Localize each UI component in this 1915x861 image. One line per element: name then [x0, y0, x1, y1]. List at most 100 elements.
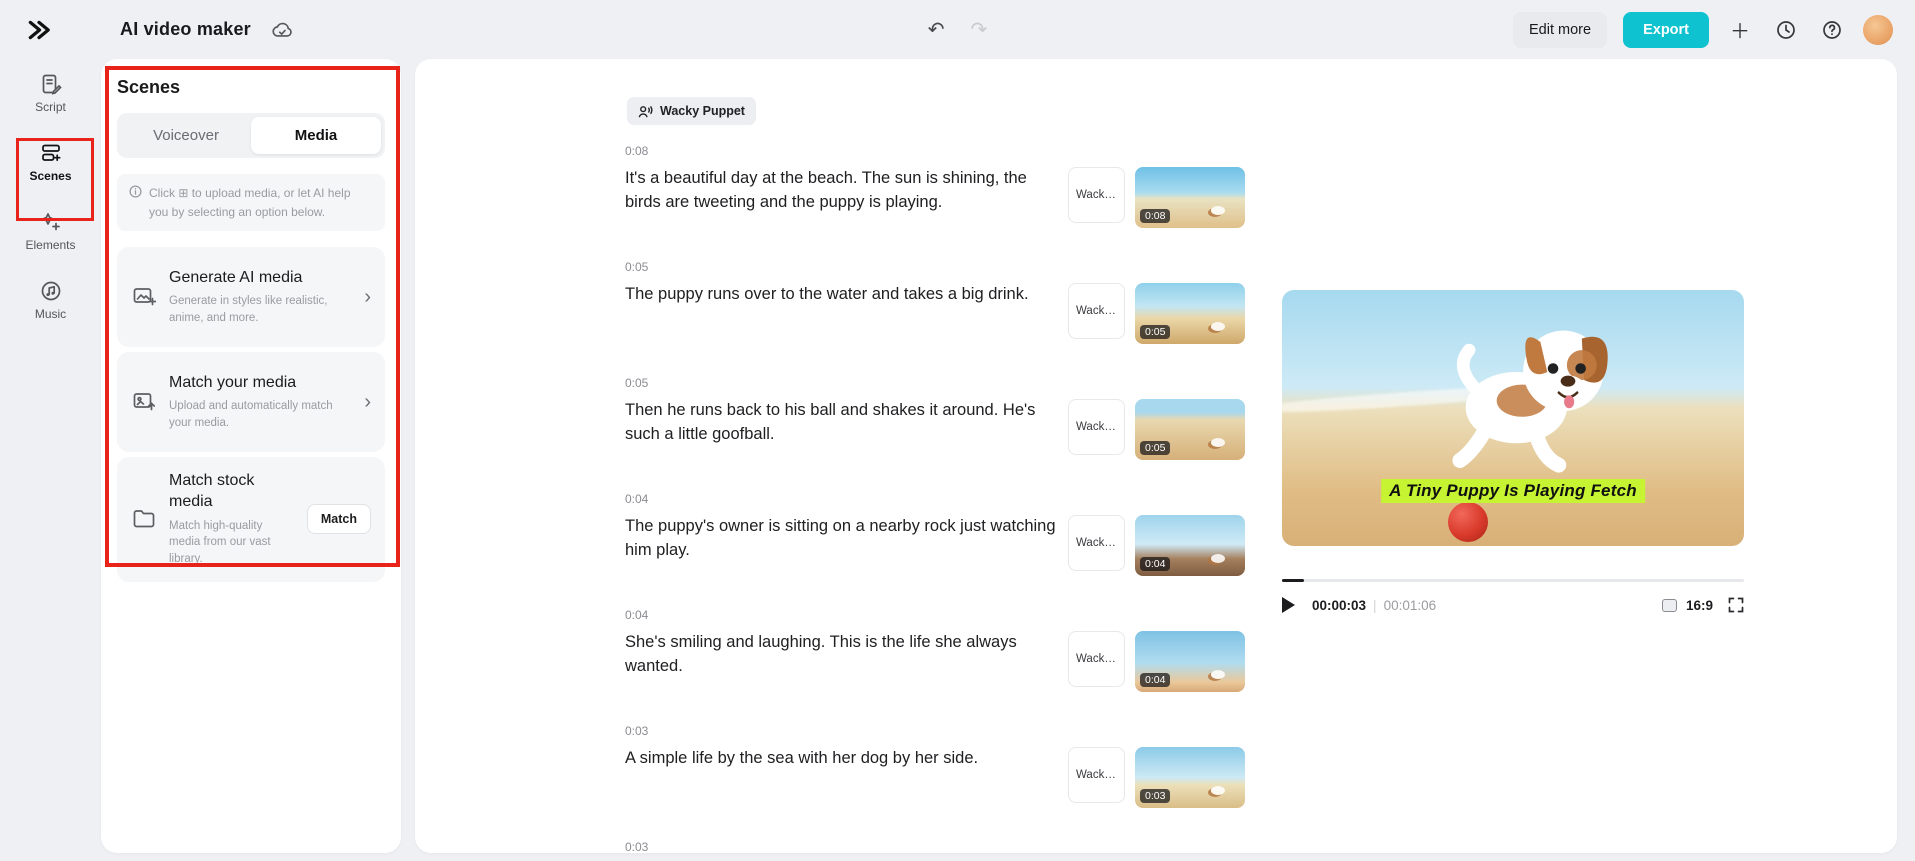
generate-media-icon [131, 286, 157, 308]
preview-caption: A Tiny Puppy Is Playing Fetch [1381, 479, 1645, 504]
thumb-duration-badge: 0:04 [1140, 673, 1171, 687]
scene-duration: 0:03 [625, 724, 649, 738]
match-your-media-card[interactable]: Match your media Upload and automaticall… [117, 352, 385, 453]
scene-thumbnail[interactable]: 0:05 [1135, 399, 1245, 460]
scenes-icon [40, 142, 62, 164]
card-text: Generate AI media Generate in styles lik… [169, 268, 352, 327]
card-subtitle: Match high-quality media from our vast l… [169, 519, 271, 566]
scene-thumbnail[interactable]: 0:04 [1135, 515, 1245, 576]
capcut-logo-icon[interactable] [22, 13, 56, 47]
voice-chip-label: Wacky Puppet [1076, 189, 1117, 201]
scene-row[interactable]: 0:04 She's smiling and laughing. This is… [625, 608, 1245, 724]
scene-media: Wacky Puppet 0:03 [1068, 747, 1245, 808]
elements-icon [40, 211, 62, 233]
voice-chip[interactable]: Wacky Puppet [1068, 515, 1125, 571]
app-window: AI video maker ↶ ↷ Edit more Export ＋ Sc… [0, 0, 1915, 861]
scene-text[interactable]: The puppy runs over to the water and tak… [625, 283, 1057, 307]
voice-chip-label: Wacky Puppet [1076, 305, 1117, 317]
redo-icon[interactable]: ↷ [971, 17, 988, 42]
scene-media: Wacky Puppet 0:04 [1068, 515, 1245, 576]
puppy-illustration [1452, 330, 1608, 473]
music-icon [40, 280, 62, 302]
play-button[interactable] [1282, 597, 1295, 613]
voice-icon [638, 105, 653, 118]
match-stock-media-card[interactable]: Match stock media Match high-quality med… [117, 457, 385, 582]
history-clock-icon[interactable] [1771, 15, 1801, 45]
chevron-right-icon: › [364, 285, 371, 308]
scene-thumbnail[interactable]: 0:04 [1135, 631, 1245, 692]
scene-text[interactable]: Then he runs back to his ball and shakes… [625, 399, 1057, 446]
scene-thumbnail[interactable]: 0:08 [1135, 167, 1245, 228]
add-icon[interactable]: ＋ [1725, 15, 1755, 45]
aspect-ratio-label[interactable]: 16:9 [1686, 598, 1713, 613]
canvas-ratio-icon[interactable] [1661, 598, 1677, 612]
sidebar-item-script[interactable]: Script [13, 73, 89, 114]
thumb-duration-badge: 0:08 [1140, 209, 1171, 223]
card-title: Match your media [169, 373, 297, 391]
scene-text[interactable]: She's smiling and laughing. This is the … [625, 631, 1057, 678]
user-avatar[interactable] [1863, 14, 1893, 45]
scene-row[interactable]: 0:05 The puppy runs over to the water an… [625, 260, 1245, 376]
voice-badge[interactable]: Wacky Puppet [627, 97, 756, 125]
voice-chip-label: Wacky Puppet [1076, 421, 1117, 433]
voice-chip[interactable]: Wacky Puppet [1068, 283, 1125, 339]
match-button[interactable]: Match [306, 504, 371, 535]
voice-chip-label: Wacky Puppet [1076, 537, 1117, 549]
card-text: Match your media Upload and automaticall… [169, 373, 352, 432]
voice-chip[interactable]: Wacky Puppet [1068, 747, 1125, 803]
sidebar-item-music[interactable]: Music [13, 280, 89, 321]
current-time: 00:00:03 [1312, 597, 1367, 613]
scene-text[interactable]: The puppy's owner is sitting on a nearby… [625, 515, 1057, 562]
export-button[interactable]: Export [1623, 11, 1709, 48]
scene-text[interactable]: A simple life by the sea with her dog by… [625, 747, 1057, 771]
tab-media[interactable]: Media [251, 117, 381, 154]
scene-row[interactable]: 0:04 The puppy's owner is sitting on a n… [625, 492, 1245, 608]
sidebar-item-elements[interactable]: Elements [13, 211, 89, 252]
scene-duration: 0:04 [625, 608, 649, 622]
sidebar-item-label: Scenes [29, 169, 72, 183]
scene-row[interactable]: 0:03 [625, 840, 1245, 853]
voice-chip-label: Wacky Puppet [1076, 769, 1117, 781]
scene-thumbnail[interactable]: 0:03 [1135, 747, 1245, 808]
card-subtitle: Upload and automatically match your medi… [169, 400, 333, 430]
tab-voiceover[interactable]: Voiceover [121, 117, 251, 154]
page-title: AI video maker [120, 19, 251, 39]
scene-media: Wacky Puppet 0:05 [1068, 283, 1245, 344]
scene-row[interactable]: 0:05 Then he runs back to his ball and s… [625, 376, 1245, 492]
voice-chip[interactable]: Wacky Puppet [1068, 167, 1125, 223]
scene-duration: 0:04 [625, 492, 649, 506]
voice-chip[interactable]: Wacky Puppet [1068, 631, 1125, 687]
sidebar-item-scenes[interactable]: Scenes [13, 142, 89, 183]
scene-media: Wacky Puppet 0:05 [1068, 399, 1245, 460]
playback-progress-bar[interactable] [1282, 579, 1744, 582]
total-time: 00:01:06 [1383, 597, 1437, 613]
left-nav: Script Scenes Elements Music [0, 59, 101, 861]
voice-chip[interactable]: Wacky Puppet [1068, 399, 1125, 455]
video-preview[interactable]: A Tiny Puppy Is Playing Fetch [1282, 290, 1744, 546]
card-subtitle: Generate in styles like realistic, anime… [169, 295, 328, 325]
player-controls: 00:00:03 | 00:01:06 16:9 [1282, 597, 1744, 613]
generate-ai-media-card[interactable]: Generate AI media Generate in styles lik… [117, 247, 385, 348]
scene-duration: 0:05 [625, 376, 649, 390]
scene-media: Wacky Puppet 0:04 [1068, 631, 1245, 692]
topbar-actions: Edit more Export ＋ [1513, 11, 1893, 48]
editor-main: Wacky Puppet 0:08 It's a beautiful day a… [415, 59, 1897, 853]
top-bar: AI video maker ↶ ↷ Edit more Export ＋ [0, 0, 1915, 59]
card-title: Generate AI media [169, 268, 303, 286]
voice-chip-label: Wacky Puppet [1076, 653, 1117, 665]
scenes-tab-switch: Voiceover Media [117, 113, 385, 158]
help-icon[interactable] [1817, 15, 1847, 45]
edit-more-button[interactable]: Edit more [1513, 11, 1608, 48]
cloud-save-icon[interactable] [271, 21, 293, 39]
voice-badge-label: Wacky Puppet [660, 104, 745, 118]
scene-thumbnail[interactable]: 0:05 [1135, 283, 1245, 344]
thumb-duration-badge: 0:03 [1140, 789, 1171, 803]
card-text: Match stock media Match high-quality med… [169, 471, 295, 568]
scene-text[interactable]: It's a beautiful day at the beach. The s… [625, 167, 1057, 214]
thumb-duration-badge: 0:04 [1140, 557, 1171, 571]
undo-icon[interactable]: ↶ [928, 17, 945, 42]
upload-media-icon [131, 391, 157, 413]
scene-row[interactable]: 0:08 It's a beautiful day at the beach. … [625, 144, 1245, 260]
fullscreen-icon[interactable] [1728, 597, 1744, 613]
scene-row[interactable]: 0:03 A simple life by the sea with her d… [625, 724, 1245, 840]
